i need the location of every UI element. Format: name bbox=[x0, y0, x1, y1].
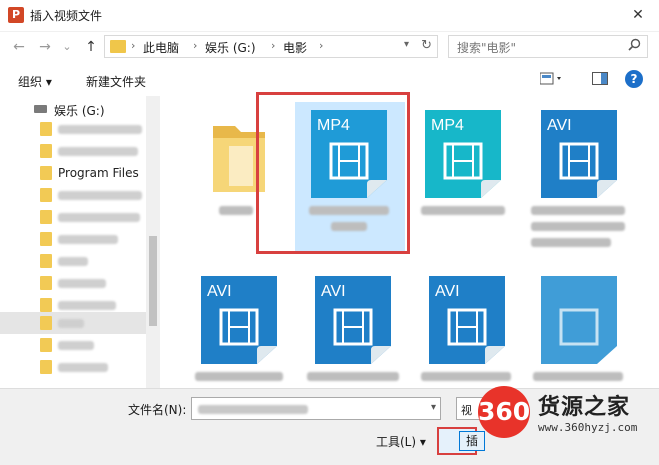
breadcrumb-separator: › bbox=[319, 39, 324, 52]
highlight-box bbox=[256, 92, 410, 254]
breadcrumb-movies[interactable]: 电影 bbox=[283, 39, 307, 56]
folder-icon bbox=[40, 360, 52, 374]
video-file-item[interactable]: AVI bbox=[525, 102, 635, 252]
folder-icon bbox=[40, 276, 52, 290]
folder-icon bbox=[40, 144, 52, 158]
filename-field[interactable]: ▾ bbox=[191, 397, 441, 420]
tree-item[interactable] bbox=[0, 228, 146, 250]
search-box[interactable]: 搜索"电影" bbox=[448, 35, 648, 58]
back-button[interactable]: ← bbox=[10, 38, 28, 56]
scrollbar-thumb[interactable] bbox=[149, 236, 157, 326]
folder-icon bbox=[40, 166, 52, 180]
brand-name: 货源之家 bbox=[538, 395, 631, 420]
tree-item[interactable] bbox=[0, 272, 146, 294]
sidebar-item-program-files[interactable]: Program Files bbox=[0, 162, 146, 184]
avi-file-icon: AVI bbox=[541, 110, 617, 198]
tools-button[interactable]: 工具(L) ▾ bbox=[376, 433, 426, 450]
organize-button[interactable]: 组织 ▾ bbox=[18, 73, 52, 90]
chevron-down-icon[interactable]: ▾ bbox=[431, 402, 436, 413]
video-file-item[interactable]: MP4 bbox=[409, 102, 519, 252]
breadcrumb-separator: › bbox=[193, 39, 198, 52]
view-options-icon[interactable] bbox=[539, 72, 561, 86]
title-bar: P 插入视频文件 ✕ bbox=[0, 0, 659, 32]
folder-icon bbox=[40, 338, 52, 352]
breadcrumb-this-pc[interactable]: 此电脑 bbox=[143, 39, 179, 56]
refresh-icon[interactable]: ↻ bbox=[421, 38, 432, 53]
watermark: 360 货源之家 www.360hyzj.com bbox=[470, 383, 659, 444]
folder-icon bbox=[40, 298, 52, 312]
avi-file-icon: AVI bbox=[315, 276, 391, 364]
file-type-label: MP4 bbox=[431, 117, 464, 134]
folder-icon bbox=[40, 254, 52, 268]
up-button[interactable]: ↑ bbox=[82, 38, 100, 56]
breadcrumb-separator: › bbox=[131, 39, 136, 52]
chevron-down-icon[interactable]: ▾ bbox=[404, 39, 409, 50]
avi-file-icon: AVI bbox=[201, 276, 277, 364]
forward-button[interactable]: → bbox=[36, 38, 54, 56]
file-type-label: AVI bbox=[547, 117, 572, 134]
file-type-label: AVI bbox=[321, 283, 346, 300]
search-placeholder: 搜索"电影" bbox=[457, 41, 517, 55]
tree-item[interactable] bbox=[0, 184, 146, 206]
search-icon[interactable] bbox=[628, 38, 641, 55]
breadcrumb-drive[interactable]: 娱乐 (G:) bbox=[205, 39, 256, 56]
address-bar[interactable]: › 此电脑 › 娱乐 (G:) › 电影 › ▾ ↻ bbox=[104, 35, 438, 58]
tree-item[interactable] bbox=[0, 250, 146, 272]
file-type-label: AVI bbox=[435, 283, 460, 300]
close-button[interactable]: ✕ bbox=[625, 4, 651, 26]
video-file-icon bbox=[541, 276, 617, 364]
folder-icon bbox=[40, 122, 52, 136]
sidebar-item-label: Program Files bbox=[58, 166, 139, 180]
brand-logo: 360 bbox=[478, 386, 530, 438]
folder-icon bbox=[40, 232, 52, 246]
tree-item[interactable] bbox=[0, 334, 146, 356]
mp4-file-icon: MP4 bbox=[425, 110, 501, 198]
tree-item[interactable] bbox=[0, 356, 146, 378]
avi-file-icon: AVI bbox=[429, 276, 505, 364]
recent-locations-button[interactable]: ⌄ bbox=[58, 38, 76, 56]
navigation-pane: 娱乐 (G:) Program Files bbox=[0, 96, 160, 388]
folder-icon bbox=[40, 210, 52, 224]
preview-pane-icon[interactable] bbox=[592, 72, 608, 86]
tree-item[interactable] bbox=[0, 140, 146, 162]
drive-icon bbox=[34, 105, 47, 113]
powerpoint-icon: P bbox=[8, 7, 24, 23]
breadcrumb-separator: › bbox=[271, 39, 276, 52]
tree-item[interactable] bbox=[0, 118, 146, 140]
sidebar-scrollbar[interactable] bbox=[146, 96, 160, 388]
brand-url: www.360hyzj.com bbox=[538, 421, 638, 434]
tree-item[interactable] bbox=[0, 206, 146, 228]
window-title: 插入视频文件 bbox=[30, 9, 103, 23]
file-type-label: AVI bbox=[207, 283, 232, 300]
file-list: MP4 MP4 AVI AVI AVI AVI bbox=[161, 92, 659, 388]
folder-icon bbox=[40, 188, 52, 202]
folder-icon bbox=[110, 40, 126, 53]
sidebar-item-label: 娱乐 (G:) bbox=[54, 104, 105, 118]
new-folder-button[interactable]: 新建文件夹 bbox=[86, 73, 146, 90]
navigation-bar: ← → ⌄ ↑ › 此电脑 › 娱乐 (G:) › 电影 › ▾ ↻ 搜索"电影… bbox=[0, 32, 659, 62]
filename-label: 文件名(N): bbox=[128, 403, 187, 417]
tree-item-selected[interactable] bbox=[0, 312, 146, 334]
help-icon[interactable]: ? bbox=[625, 70, 643, 88]
folder-icon bbox=[40, 316, 52, 330]
